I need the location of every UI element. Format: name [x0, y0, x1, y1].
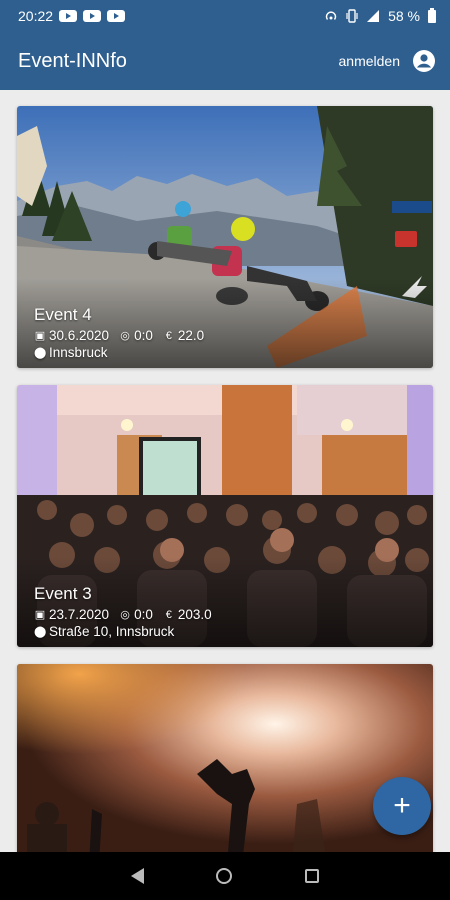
account-circle-icon[interactable]	[412, 49, 436, 73]
event-date: 23.7.2020	[49, 607, 110, 622]
youtube-icon	[83, 10, 102, 22]
event-list: Event 4 ▣ 30.6.2020 ◎ 0:0 €22.0 ⬤ Innsbruck	[0, 90, 450, 852]
event-card[interactable]	[17, 664, 433, 852]
system-nav-bar	[0, 852, 450, 900]
euro-icon: €	[165, 329, 172, 342]
add-icon: +	[393, 789, 411, 822]
battery-percent: 58 %	[388, 8, 420, 24]
calendar-icon: ▣	[34, 609, 46, 621]
location-pin-icon: ⬤	[34, 347, 47, 359]
event-date: 30.6.2020	[49, 328, 110, 343]
event-location: Straße 10, Innsbruck	[49, 624, 175, 639]
app-title: Event-INNfo	[18, 49, 127, 72]
event-title: Event 3	[34, 584, 92, 603]
calendar-icon: ▣	[34, 330, 46, 342]
people-icon: ◎	[120, 330, 130, 342]
euro-icon: €	[165, 608, 172, 621]
event-image-concert	[17, 664, 433, 852]
location-pin-icon: ⬤	[34, 626, 47, 638]
add-event-button[interactable]: +	[373, 777, 431, 835]
vibrate-icon	[346, 9, 358, 23]
home-icon[interactable]	[216, 868, 233, 884]
event-location: Innsbruck	[49, 345, 108, 360]
recents-icon[interactable]	[304, 869, 319, 883]
app-bar: Event-INNfo anmelden	[0, 32, 450, 90]
youtube-icon	[107, 10, 126, 22]
event-info: Event 3 ▣ 23.7.2020 ◎ 0:0 €203.0 ⬤ Straße 1…	[34, 584, 212, 639]
battery-icon	[428, 7, 436, 23]
event-card[interactable]: Event 3 ▣ 23.7.2020 ◎ 0:0 €203.0 ⬤ Straße 1…	[17, 385, 433, 647]
people-icon: ◎	[120, 609, 130, 621]
event-attendees: 0:0	[134, 607, 153, 622]
event-card[interactable]: Event 4 ▣ 30.6.2020 ◎ 0:0 €22.0 ⬤ Innsbruck	[17, 106, 433, 368]
event-title: Event 4	[34, 305, 92, 324]
event-info: Event 4 ▣ 30.6.2020 ◎ 0:0 €22.0 ⬤ Innsbruck	[34, 305, 204, 360]
back-icon[interactable]	[131, 868, 145, 884]
login-button[interactable]: anmelden	[339, 53, 401, 69]
status-bar: 20:22 58 %	[0, 0, 450, 32]
hotspot-icon	[325, 11, 337, 20]
signal-icon	[367, 10, 380, 22]
event-attendees: 0:0	[134, 328, 153, 343]
event-price: 22.0	[177, 328, 205, 343]
youtube-icon	[59, 10, 78, 22]
event-price: 203.0	[177, 607, 212, 622]
status-time: 20:22	[18, 8, 54, 24]
